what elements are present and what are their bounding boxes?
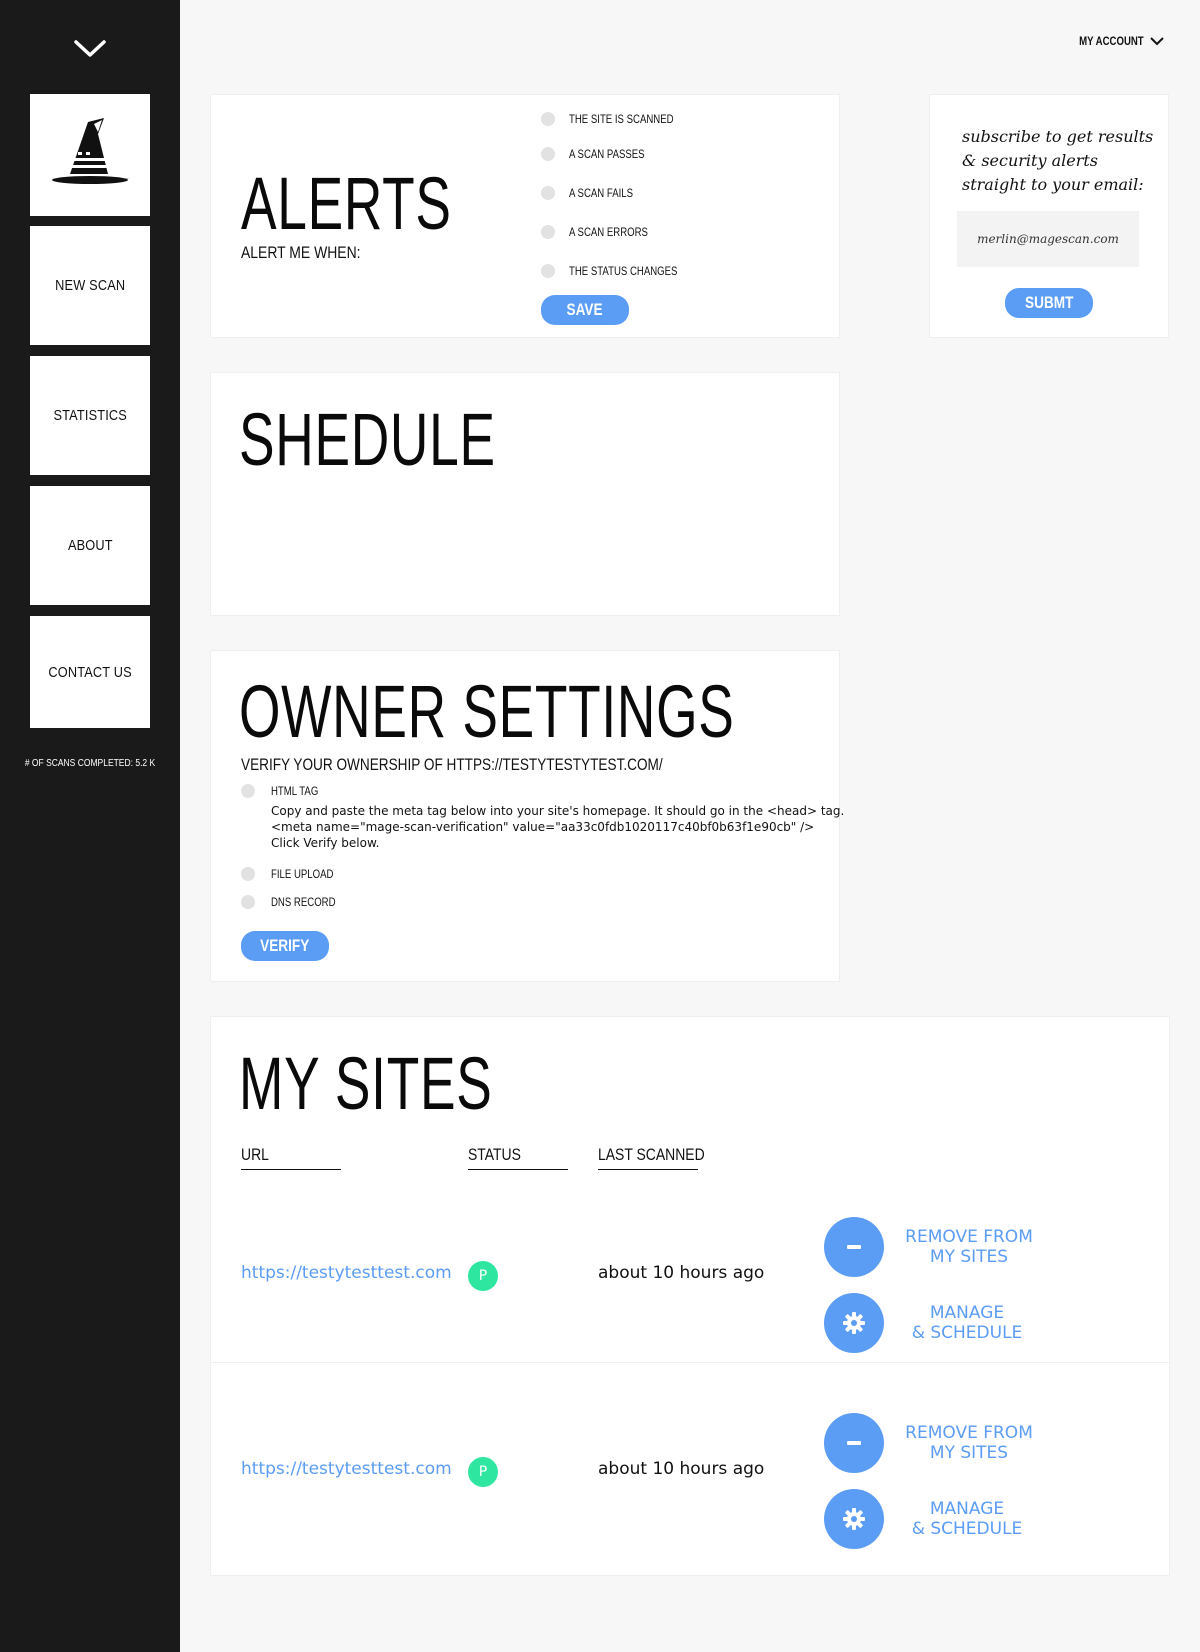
nav-contact-us[interactable]: CONTACT US (30, 616, 150, 728)
site-url-link[interactable]: https://testytesttest.com (241, 1459, 452, 1479)
subscribe-card: subscribe to get results & security aler… (929, 94, 1169, 338)
schedule-title: SHEDULE (239, 398, 496, 481)
alert-option-scanned[interactable]: THE SITE IS SCANNED (541, 112, 700, 126)
sidebar: NEW SCAN STATISTICS ABOUT CONTACT US # O… (0, 0, 180, 1652)
radio-button[interactable] (541, 264, 555, 278)
subscribe-text: subscribe to get results & security aler… (962, 127, 1154, 194)
alert-option-fails[interactable]: A SCAN FAILS (541, 186, 649, 200)
remove-label-line: MY SITES (929, 1443, 1009, 1463)
alert-option-label: THE STATUS CHANGES (569, 264, 678, 278)
last-scanned-value: about 10 hours ago (598, 1263, 765, 1283)
column-header-status[interactable]: STATUS (468, 1145, 568, 1170)
alert-option-errors[interactable]: A SCAN ERRORS (541, 225, 668, 239)
verification-instructions: Copy and paste the meta tag below into y… (271, 803, 845, 851)
email-field[interactable]: merlin@magescan.com (957, 211, 1139, 267)
remove-site-button[interactable] (824, 1413, 884, 1473)
remove-label-line: REMOVE FROM (905, 1423, 1033, 1443)
column-header-label: LAST SCANNED (598, 1145, 705, 1164)
instruction-line: Click Verify below. (271, 836, 380, 850)
scans-completed-count: # OF SCANS COMPLETED: 5.2 K (24, 758, 156, 769)
minus-icon (847, 1245, 861, 1249)
alerts-card: ALERTS ALERT ME WHEN: THE SITE IS SCANNE… (210, 94, 840, 338)
alert-option-status-changes[interactable]: THE STATUS CHANGES (541, 264, 705, 278)
alert-option-passes[interactable]: A SCAN PASSES (541, 147, 663, 161)
status-badge: P (468, 1261, 498, 1291)
save-button-label: SAVE (566, 300, 604, 319)
chevron-down-icon (1150, 37, 1164, 46)
owner-option-html-tag[interactable]: HTML TAG (241, 784, 330, 798)
radio-button[interactable] (541, 112, 555, 126)
radio-button[interactable] (241, 784, 255, 798)
radio-button[interactable] (241, 867, 255, 881)
column-header-last-scanned[interactable]: LAST SCANNED (598, 1145, 705, 1170)
owner-settings-title: OWNER SETTINGS (239, 670, 735, 753)
account-menu[interactable]: MY ACCOUNT (1063, 34, 1164, 48)
radio-button[interactable] (541, 147, 555, 161)
alert-option-label: A SCAN ERRORS (569, 225, 648, 239)
remove-from-my-sites-link[interactable]: REMOVE FROM MY SITES (889, 1227, 1049, 1267)
alert-option-label: A SCAN PASSES (569, 147, 645, 161)
owner-option-label: FILE UPLOAD (271, 867, 334, 881)
table-row: https://testytesttest.com P about 10 hou… (211, 1187, 1171, 1377)
minus-icon (847, 1441, 861, 1445)
my-sites-card: MY SITES URL STATUS LAST SCANNED https:/… (210, 1016, 1171, 1576)
alerts-title: ALERTS (241, 162, 452, 245)
chevron-down-icon[interactable] (72, 36, 108, 60)
logo-tile[interactable] (30, 94, 150, 216)
column-header-label: URL (241, 1145, 269, 1164)
meta-tag-code: <meta name="mage-scan-verification" valu… (271, 820, 815, 834)
nav-about[interactable]: ABOUT (30, 486, 150, 605)
manage-schedule-button[interactable] (824, 1293, 884, 1353)
remove-label-line: REMOVE FROM (905, 1227, 1033, 1247)
nav-contact-label: CONTACT US (48, 663, 132, 681)
status-badge: P (468, 1457, 498, 1487)
radio-button[interactable] (541, 225, 555, 239)
submit-button[interactable]: SUBMT (1005, 288, 1093, 318)
verify-button-label: VERIFY (260, 936, 310, 955)
submit-button-label: SUBMT (1024, 293, 1074, 312)
save-button[interactable]: SAVE (541, 295, 629, 325)
gear-icon (843, 1312, 865, 1334)
manage-schedule-link[interactable]: MANAGE & SCHEDULE (887, 1303, 1047, 1343)
remove-site-button[interactable] (824, 1217, 884, 1277)
radio-button[interactable] (541, 186, 555, 200)
remove-label-line: MY SITES (929, 1247, 1009, 1267)
schedule-card: SHEDULE (210, 372, 840, 616)
site-url-link[interactable]: https://testytesttest.com (241, 1263, 452, 1283)
manage-label-line: & SCHEDULE (911, 1519, 1023, 1539)
remove-from-my-sites-link[interactable]: REMOVE FROM MY SITES (889, 1423, 1049, 1463)
nav-about-label: ABOUT (67, 537, 113, 554)
nav-new-scan-label: NEW SCAN (54, 277, 126, 294)
account-label: MY ACCOUNT (1079, 34, 1144, 48)
alerts-subtitle: ALERT ME WHEN: (241, 243, 361, 262)
instruction-line: Copy and paste the meta tag below into y… (271, 804, 845, 818)
verify-ownership-text: VERIFY YOUR OWNERSHIP OF HTTPS://TESTYTE… (241, 755, 663, 774)
nav-new-scan[interactable]: NEW SCAN (30, 226, 150, 345)
wizard-hat-logo (52, 118, 130, 184)
alert-option-label: THE SITE IS SCANNED (569, 112, 674, 126)
radio-button[interactable] (241, 895, 255, 909)
verify-button[interactable]: VERIFY (241, 931, 329, 961)
owner-option-label: HTML TAG (271, 784, 319, 798)
table-row: https://testytesttest.com P about 10 hou… (211, 1362, 1171, 1552)
owner-option-label: DNS RECORD (271, 895, 336, 909)
manage-label-line: MANAGE (929, 1303, 1005, 1323)
manage-schedule-link[interactable]: MANAGE & SCHEDULE (887, 1499, 1047, 1539)
owner-settings-card: OWNER SETTINGS VERIFY YOUR OWNERSHIP OF … (210, 650, 845, 982)
my-sites-title: MY SITES (239, 1042, 493, 1125)
alert-option-label: A SCAN FAILS (569, 186, 634, 200)
last-scanned-value: about 10 hours ago (598, 1459, 765, 1479)
gear-icon (843, 1508, 865, 1530)
nav-statistics-label: STATISTICS (53, 407, 127, 424)
owner-option-file-upload[interactable]: FILE UPLOAD (241, 867, 349, 881)
column-header-url[interactable]: URL (241, 1145, 341, 1170)
manage-label-line: MANAGE (929, 1499, 1005, 1519)
manage-label-line: & SCHEDULE (911, 1323, 1023, 1343)
nav-statistics[interactable]: STATISTICS (30, 356, 150, 475)
column-header-label: STATUS (468, 1145, 521, 1164)
manage-schedule-button[interactable] (824, 1489, 884, 1549)
owner-option-dns-record[interactable]: DNS RECORD (241, 895, 352, 909)
